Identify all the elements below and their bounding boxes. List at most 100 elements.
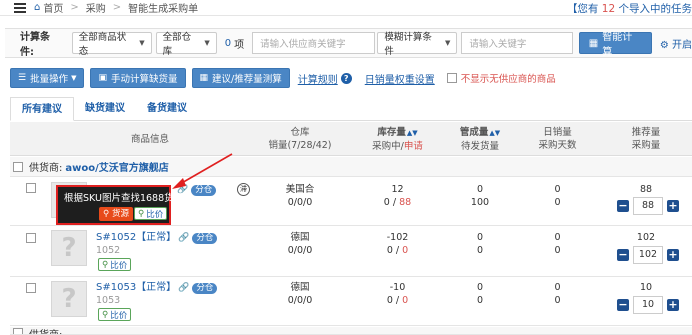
warehouse-value: 全部仓库 [162, 32, 192, 57]
quantity-input[interactable]: 88 [633, 197, 663, 215]
caret-down-icon: ▼ [204, 39, 210, 47]
warehouse-cell: 德国 0/0/0 [250, 281, 350, 307]
menu-icon[interactable] [14, 2, 26, 13]
sku-code: 1052 [96, 245, 121, 256]
smart-calc-button[interactable]: ▦ 智能计算 [578, 32, 652, 58]
quantity-input[interactable]: 102 [633, 246, 663, 264]
minus-button[interactable]: − [617, 249, 629, 261]
header-daily: 日销量 采购天数 [515, 122, 600, 156]
batch-operation-button[interactable]: ☰ 批量操作 ▼ [10, 68, 85, 88]
sku-name[interactable]: S#1052【正常】 [96, 232, 176, 243]
list-icon: ☰ [18, 73, 27, 83]
sku-line: S#1053【正常】 🔗 分仓 [96, 281, 218, 295]
filter-bar: 计算条件: 全部商品状态 ▼ 全部仓库 ▼ 0 项 请输入供应商关键字 模糊计算条件… [5, 28, 692, 58]
supplier-checkbox[interactable] [13, 161, 23, 172]
hide-no-supplier-checkbox[interactable] [446, 73, 457, 83]
task-suffix: 个导入中的任务 [618, 3, 692, 15]
sort-icon[interactable]: ▲▼ [489, 129, 500, 137]
calc-rule-link[interactable]: 计算规则 [298, 71, 338, 86]
minus-button[interactable]: − [617, 299, 629, 311]
header-stock-label: 库存量 [377, 126, 406, 138]
source-label: 货源 [111, 209, 129, 219]
help-icon[interactable]: ? [340, 72, 352, 84]
search-icon: ⚲ [102, 309, 109, 320]
open-link-label: 开启 [672, 39, 692, 51]
supplier-label: 供货商: [29, 163, 63, 174]
stock-cell: -10 0 / 0 [350, 281, 445, 307]
find-source-button[interactable]: ⚲ 货源 [99, 207, 133, 221]
recommend-value: 88 [639, 184, 653, 195]
tooltip-compare-button[interactable]: ⚲ 比价 [134, 207, 168, 220]
table-header: 商品信息 仓库 销量(7/28/42) 库存量▲▼ 采购中/申请 管成量▲▼ 待… [10, 122, 692, 156]
header-pipeline[interactable]: 管成量▲▼ 待发货量 [445, 122, 515, 156]
row-checkbox[interactable] [26, 183, 36, 193]
quantity-input[interactable]: 10 [633, 296, 663, 314]
search-icon: ⚲ [102, 259, 109, 270]
supplier-search-input[interactable]: 请输入供应商关键字 [252, 32, 376, 54]
supplier-checkbox[interactable] [13, 328, 23, 334]
supplier-group-row: 供货商: awoo/艾沃官方旗舰店 [10, 157, 692, 177]
caret-down-icon: ▼ [445, 39, 451, 47]
import-task-link[interactable]: 【您有 12 个导入中的任务 [567, 1, 692, 16]
goods-status-select[interactable]: 全部商品状态 ▼ [71, 32, 152, 57]
tab-shortage[interactable]: 缺货建议 [74, 97, 136, 120]
pending-value: 0 [476, 295, 484, 306]
compare-price-button[interactable]: ⚲ 比价 [98, 308, 132, 321]
compare-label: 比价 [146, 209, 164, 220]
sku-line: S#1052【正常】 🔗 分仓 [96, 231, 218, 245]
header-daily-label: 日销量 [543, 127, 572, 138]
open-link[interactable]: ⚙ 开启 [660, 36, 692, 51]
row-checkbox[interactable] [26, 283, 36, 293]
find-source-tooltip: 根据SKU图片查找1688货源 ⚲ 货源 ⚲ 比价 [56, 185, 183, 225]
pipeline-cell: 0 100 [445, 183, 515, 209]
goods-status-value: 全部商品状态 [78, 32, 127, 57]
table-row: ? S#1053【正常】 🔗 分仓 1053 ⚲ 比价 德国 0/0/0 -10 0 … [10, 278, 692, 326]
link-icon[interactable]: 🔗 [178, 283, 189, 293]
daily-cell: 0 0 [515, 231, 600, 257]
pending-value: 0 [476, 245, 484, 256]
calc-condition-value: 模糊计算条件 [384, 32, 432, 57]
tab-bar: 所有建议 缺货建议 备货建议 [10, 97, 692, 121]
header-recommend-label: 推荐量 [631, 127, 661, 138]
stock-cell: 12 0 / 88 [350, 183, 445, 209]
header-qty-label: 采购量 [631, 140, 661, 151]
plus-button[interactable]: + [667, 249, 679, 261]
link-icon[interactable]: 🔗 [178, 233, 189, 243]
weight-setting-link[interactable]: 日销量权重设置 [365, 71, 435, 86]
days-value: 0 [554, 245, 561, 256]
plus-button[interactable]: + [667, 200, 679, 212]
calc-condition-select[interactable]: 模糊计算条件 ▼ [377, 32, 458, 57]
sort-icon[interactable]: ▲▼ [407, 129, 418, 137]
daily-cell: 0 0 [515, 281, 600, 307]
gear-icon: ⚙ [659, 39, 669, 51]
breadcrumb-home[interactable]: 首页 [43, 0, 63, 15]
suggest-calc-button[interactable]: ▦ 建议/推荐量测算 [191, 68, 290, 88]
breadcrumb-purchase[interactable]: 采购 [86, 0, 106, 15]
header-recommend[interactable]: 推荐量 采购量 [600, 122, 692, 156]
filter-label: 计算条件: [20, 32, 50, 58]
stock-value: -102 [386, 232, 409, 243]
pipeline-value: 0 [476, 232, 484, 243]
keyword-search-input[interactable]: 请输入关键字 [461, 32, 573, 54]
minus-button[interactable]: − [617, 200, 629, 212]
daily-value: 0 [554, 282, 561, 293]
smart-calc-label: 智能计算 [602, 32, 633, 58]
warehouse-select[interactable]: 全部仓库 ▼ [155, 32, 217, 57]
supplier-name[interactable]: awoo/艾沃官方旗舰店 [65, 159, 168, 174]
caret-down-icon: ▼ [71, 74, 77, 82]
tab-all[interactable]: 所有建议 [10, 97, 74, 121]
plus-button[interactable]: + [667, 299, 679, 311]
compare-price-button[interactable]: ⚲ 比价 [98, 258, 132, 271]
selected-count-unit: 项 [234, 39, 245, 51]
monitor-icon: ▣ [98, 73, 107, 83]
applying-value: 88 [399, 197, 412, 208]
sku-name[interactable]: S#1053【正常】 [96, 282, 176, 293]
header-warehouse-label: 仓库 [290, 127, 310, 138]
compare-label: 比价 [110, 260, 128, 271]
tab-stockup[interactable]: 备货建议 [136, 97, 198, 120]
days-value: 0 [554, 197, 561, 208]
pipeline-value: 0 [476, 282, 484, 293]
header-stock[interactable]: 库存量▲▼ 采购中/申请 [350, 122, 445, 156]
manual-calc-button[interactable]: ▣ 手动计算缺货量 [90, 68, 186, 88]
row-checkbox[interactable] [26, 233, 36, 243]
